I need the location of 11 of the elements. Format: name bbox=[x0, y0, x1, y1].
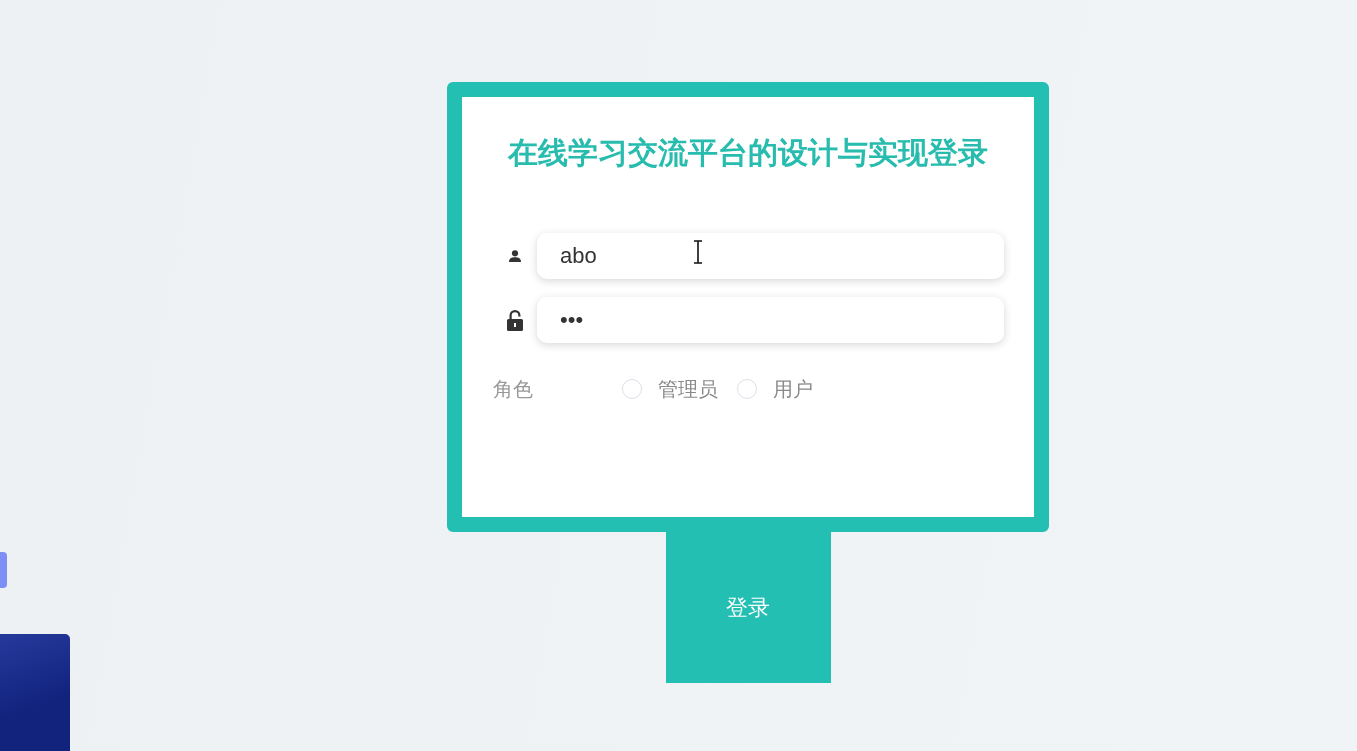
password-field[interactable]: ••• bbox=[537, 297, 1004, 343]
role-option[interactable]: 用户 bbox=[737, 375, 813, 403]
username-field[interactable]: abo bbox=[537, 233, 1004, 279]
padlock-icon bbox=[507, 309, 523, 331]
text-cursor-icon bbox=[693, 240, 703, 264]
role-label: 角色 bbox=[493, 376, 533, 403]
login-button[interactable]: 登录 bbox=[665, 532, 831, 683]
role-option[interactable]: 管理员 bbox=[622, 375, 718, 403]
side-tab-shape bbox=[0, 552, 7, 588]
user-icon bbox=[509, 250, 521, 262]
login-title: 在线学习交流平台的设计与实现登录 bbox=[508, 135, 988, 171]
